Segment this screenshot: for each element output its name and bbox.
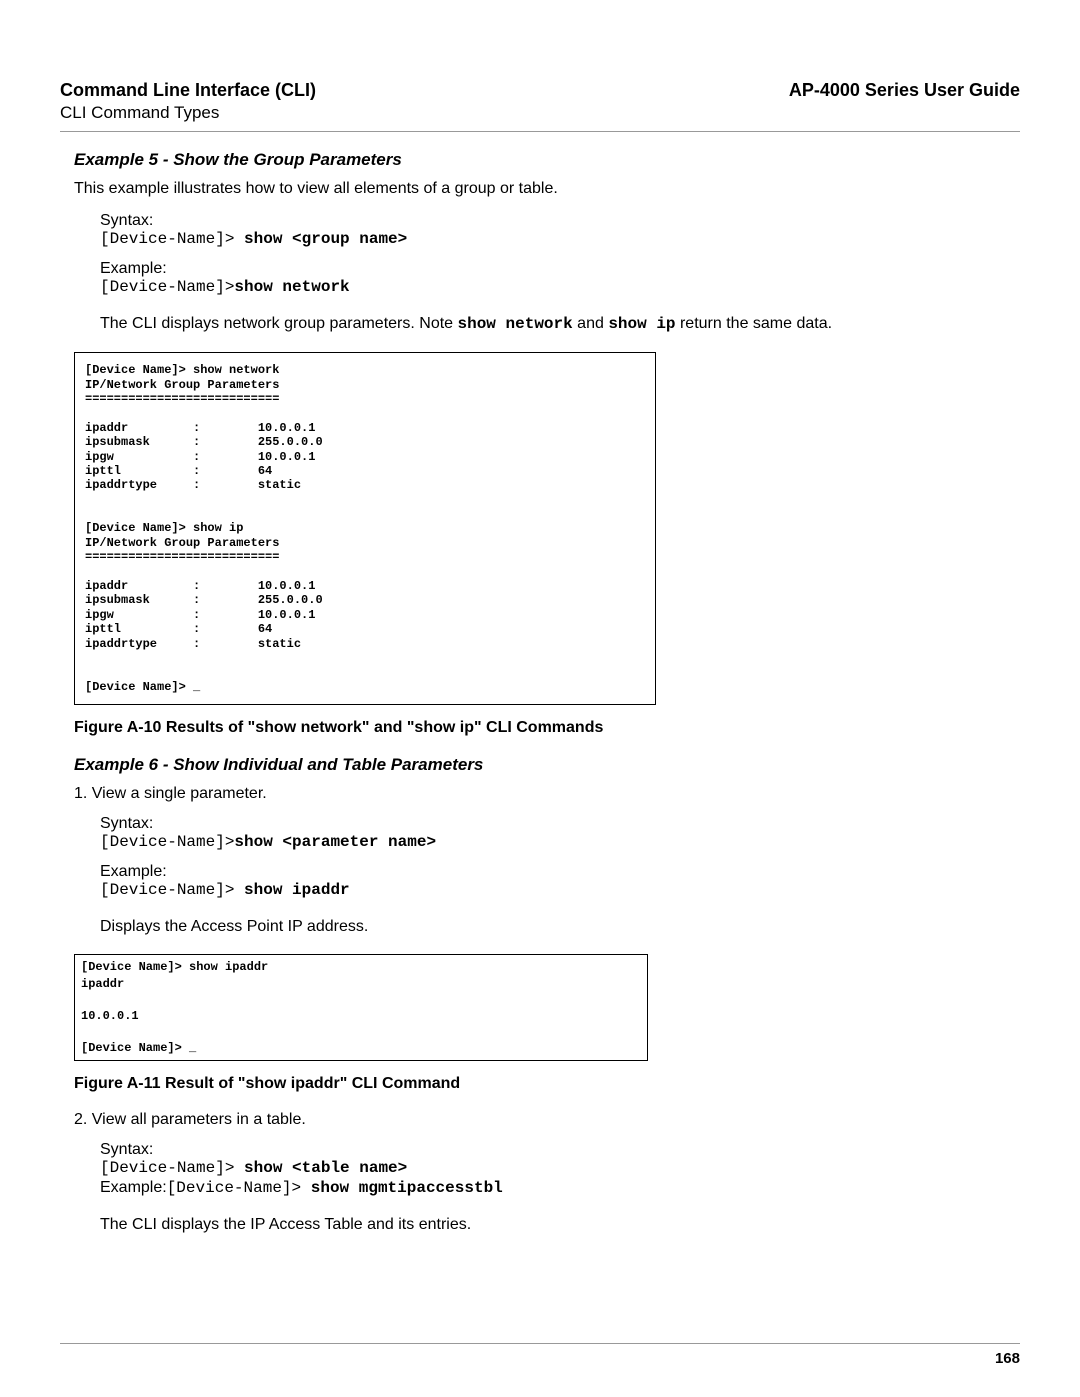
figure-a11-caption: Figure A-11 Result of "show ipaddr" CLI … [74, 1075, 1020, 1093]
ex6-syntax-cmd: show <parameter name> [234, 833, 436, 851]
header-divider [60, 131, 1020, 132]
ex6-syntax-line: [Device-Name]>show <parameter name> [100, 833, 1020, 851]
explain-m1: show network [458, 315, 573, 333]
example-line: [Device-Name]>show network [100, 278, 1020, 296]
p2-example-cmd: show mgmtipaccesstbl [311, 1179, 503, 1197]
part2-item2: 2. View all parameters in a table. [74, 1111, 1020, 1129]
example5-intro: This example illustrates how to view all… [74, 180, 1020, 198]
header-left: Command Line Interface (CLI) [60, 80, 316, 101]
explain-m2: show ip [608, 315, 675, 333]
ex6-example-label: Example: [100, 863, 1020, 881]
footer-divider [60, 1343, 1020, 1344]
example-cmd: show network [234, 278, 349, 296]
header-right: AP-4000 Series User Guide [789, 80, 1020, 101]
p2-syntax-line: [Device-Name]> show <table name> [100, 1159, 1020, 1177]
p2-syntax-prompt: [Device-Name]> [100, 1159, 244, 1177]
page-number: 168 [60, 1350, 1020, 1367]
p2-syntax-label: Syntax: [100, 1141, 1020, 1159]
example-prompt: [Device-Name]> [100, 278, 234, 296]
example5-explain: The CLI displays network group parameter… [100, 312, 1020, 336]
ex6-example-prompt: [Device-Name]> [100, 881, 244, 899]
explain-mid: and [573, 315, 609, 332]
ex6-syntax-prompt: [Device-Name]> [100, 833, 234, 851]
syntax-prompt: [Device-Name]> [100, 230, 244, 248]
p2-example-label: Example: [100, 1179, 167, 1196]
p2-syntax-cmd: show <table name> [244, 1159, 407, 1177]
ex6-syntax-label: Syntax: [100, 815, 1020, 833]
explain-pre: The CLI displays network group parameter… [100, 315, 458, 332]
syntax-label: Syntax: [100, 212, 1020, 230]
header-sub: CLI Command Types [60, 103, 1020, 123]
example5-title: Example 5 - Show the Group Parameters [74, 150, 1020, 170]
terminal-output-2: [Device Name]> show ipaddr ipaddr 10.0.0… [74, 954, 648, 1061]
syntax-line: [Device-Name]> show <group name> [100, 230, 1020, 248]
example6-item1: 1. View a single parameter. [74, 785, 1020, 803]
p2-explain: The CLI displays the IP Access Table and… [100, 1213, 1020, 1236]
ex6-example-cmd: show ipaddr [244, 881, 350, 899]
p2-example-line: Example:[Device-Name]> show mgmtipaccess… [100, 1179, 1020, 1197]
figure-a10-caption: Figure A-10 Results of "show network" an… [74, 719, 1020, 737]
example-label: Example: [100, 260, 1020, 278]
ex6-displays: Displays the Access Point IP address. [100, 915, 1020, 938]
ex6-example-line: [Device-Name]> show ipaddr [100, 881, 1020, 899]
p2-example-prompt: [Device-Name]> [167, 1179, 311, 1197]
terminal-output-1: [Device Name]> show network IP/Network G… [74, 352, 656, 705]
syntax-cmd: show <group name> [244, 230, 407, 248]
example6-title: Example 6 - Show Individual and Table Pa… [74, 755, 1020, 775]
explain-post: return the same data. [676, 315, 833, 332]
